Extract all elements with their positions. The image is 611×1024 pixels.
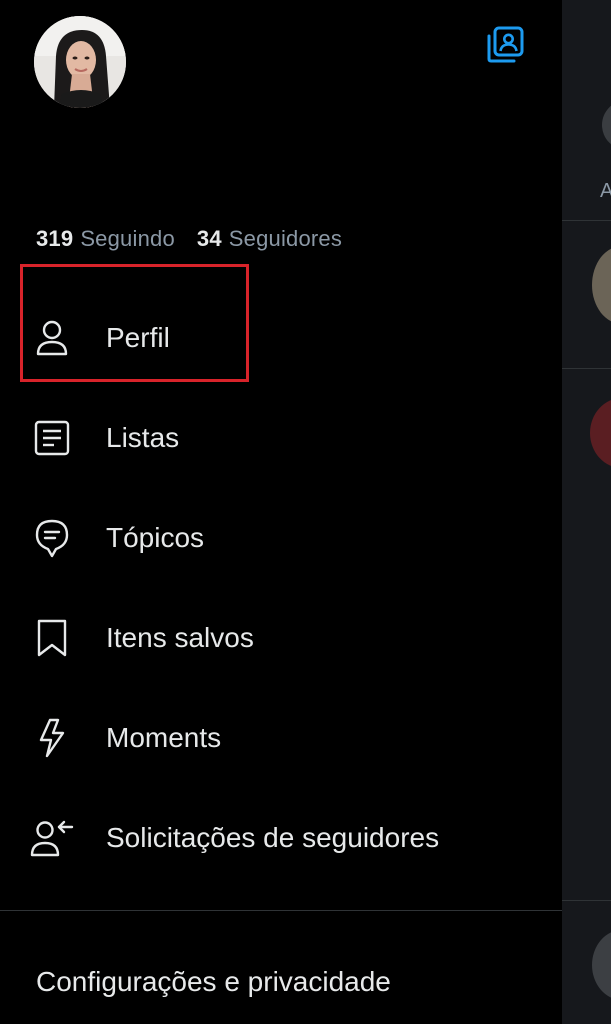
timeline-peek: A: [562, 0, 611, 1024]
menu-item-label: Tópicos: [106, 522, 205, 553]
followers-count: 34: [196, 226, 222, 251]
follower-request-icon: [28, 814, 76, 862]
topics-icon: [28, 514, 76, 562]
menu-item-topics[interactable]: Tópicos: [0, 488, 562, 588]
menu-item-follower-requests[interactable]: Solicitações de seguidores: [0, 788, 562, 888]
followers-label: Seguidores: [228, 226, 343, 251]
switch-accounts-button[interactable]: [482, 24, 528, 66]
follow-stats: 319 Seguindo 34 Seguidores: [36, 226, 342, 252]
menu-item-label: Itens salvos: [106, 622, 254, 653]
app-screen: 319 Seguindo 34 Seguidores Perfil Listas…: [0, 0, 611, 1024]
divider: [0, 910, 562, 911]
peek-divider: [562, 900, 611, 901]
following-label: Seguindo: [80, 226, 175, 251]
person-icon: [28, 314, 76, 362]
followers-link[interactable]: 34 Seguidores: [197, 226, 342, 252]
peek-avatar-1: [602, 100, 611, 150]
drawer-menu: Perfil Listas Tópicos Itens salvos Momen…: [0, 288, 562, 888]
menu-item-label: Moments: [106, 722, 222, 753]
avatar[interactable]: [34, 16, 126, 108]
peek-avatar-3: [590, 398, 611, 468]
side-drawer: 319 Seguindo 34 Seguidores Perfil Listas…: [0, 0, 562, 1024]
lightning-icon: [28, 714, 76, 762]
avatar-image: [34, 16, 126, 108]
switch-accounts-icon: [487, 26, 524, 63]
menu-item-bookmarks[interactable]: Itens salvos: [0, 588, 562, 688]
list-icon: [28, 414, 76, 462]
peek-letter: A: [600, 180, 611, 202]
peek-divider: [562, 220, 611, 221]
peek-avatar-4: [592, 930, 611, 1000]
following-count: 319: [36, 226, 74, 251]
menu-item-moments[interactable]: Moments: [0, 688, 562, 788]
menu-item-label: Perfil: [106, 322, 170, 353]
settings-privacy-link[interactable]: Configurações e privacidade: [36, 966, 391, 998]
menu-item-label: Listas: [106, 422, 180, 453]
following-link[interactable]: 319 Seguindo: [36, 226, 175, 252]
bookmark-icon: [28, 614, 76, 662]
peek-avatar-2: [592, 246, 611, 324]
menu-item-label: Solicitações de seguidores: [106, 822, 440, 853]
menu-item-lists[interactable]: Listas: [0, 388, 562, 488]
menu-item-profile[interactable]: Perfil: [0, 288, 562, 388]
peek-divider: [562, 368, 611, 369]
